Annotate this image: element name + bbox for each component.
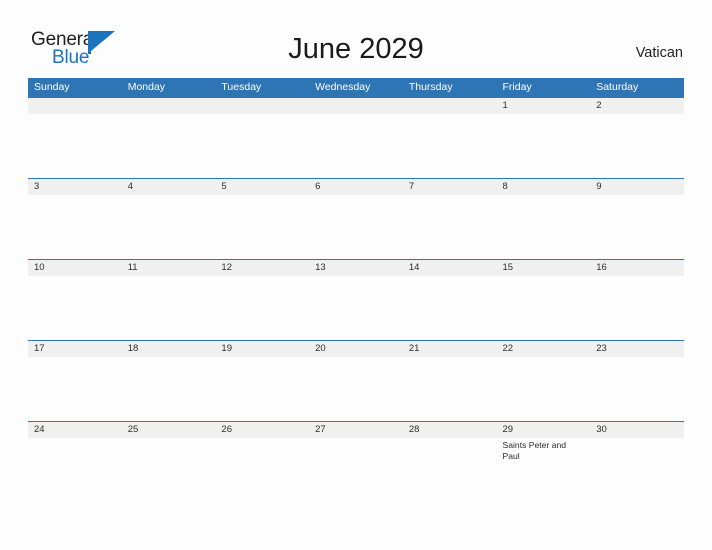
- day-number[interactable]: 29: [497, 422, 591, 438]
- day-number[interactable]: [215, 98, 309, 114]
- day-number[interactable]: [309, 98, 403, 114]
- week-row: 24 25 26 27 28 29 30 Saints Peter and Pa…: [28, 421, 684, 502]
- day-number[interactable]: 10: [28, 260, 122, 276]
- day-number[interactable]: 1: [497, 98, 591, 114]
- day-cell[interactable]: [215, 195, 309, 259]
- weekday-header-tuesday: Tuesday: [221, 81, 262, 93]
- day-cell[interactable]: [309, 114, 403, 178]
- day-number[interactable]: 11: [122, 260, 216, 276]
- day-cell[interactable]: [309, 276, 403, 340]
- week-row: 3 4 5 6 7 8 9: [28, 178, 684, 259]
- day-cell[interactable]: [403, 357, 497, 421]
- day-events-band: [28, 195, 684, 259]
- weekday-header-wednesday: Wednesday: [315, 81, 371, 93]
- day-cell[interactable]: [28, 114, 122, 178]
- day-number[interactable]: 14: [403, 260, 497, 276]
- day-cell[interactable]: [590, 357, 684, 421]
- day-cell[interactable]: Saints Peter and Paul: [497, 438, 591, 502]
- day-cell[interactable]: [28, 195, 122, 259]
- weekday-header-thursday: Thursday: [408, 81, 453, 93]
- day-cell[interactable]: [28, 438, 122, 502]
- day-number[interactable]: 15: [497, 260, 591, 276]
- day-number-band: 1 2: [28, 98, 684, 114]
- day-events-band: [28, 114, 684, 178]
- day-cell[interactable]: [309, 438, 403, 502]
- day-number[interactable]: 18: [122, 341, 216, 357]
- day-cell[interactable]: [403, 114, 497, 178]
- event-text: Saints Peter and Paul: [502, 440, 567, 461]
- day-events-band: [28, 357, 684, 421]
- calendar-page: General Blue June 2029 Vatican Sunday Mo…: [0, 0, 712, 550]
- day-number[interactable]: 19: [215, 341, 309, 357]
- day-number-band: 10 11 12 13 14 15 16: [28, 260, 684, 276]
- day-cell[interactable]: [122, 114, 216, 178]
- day-number[interactable]: 9: [590, 179, 684, 195]
- day-events-band: [28, 276, 684, 340]
- week-row: 10 11 12 13 14 15 16: [28, 259, 684, 340]
- day-cell[interactable]: [590, 114, 684, 178]
- day-cell[interactable]: [590, 438, 684, 502]
- calendar-grid: Sunday Monday Tuesday Wednesday Thursday…: [28, 78, 684, 502]
- day-number[interactable]: 8: [497, 179, 591, 195]
- day-cell[interactable]: [403, 438, 497, 502]
- day-number[interactable]: 16: [590, 260, 684, 276]
- day-cell[interactable]: [590, 195, 684, 259]
- day-number[interactable]: 25: [122, 422, 216, 438]
- day-number[interactable]: 7: [403, 179, 497, 195]
- day-events-band: Saints Peter and Paul: [28, 438, 684, 502]
- weekday-header-sunday: Sunday: [34, 81, 70, 93]
- day-cell[interactable]: [590, 276, 684, 340]
- day-number[interactable]: 3: [28, 179, 122, 195]
- weekday-header-friday: Friday: [502, 81, 532, 93]
- day-number[interactable]: [122, 98, 216, 114]
- day-cell[interactable]: [403, 276, 497, 340]
- day-number[interactable]: 13: [309, 260, 403, 276]
- day-number[interactable]: 30: [590, 422, 684, 438]
- day-number[interactable]: 22: [497, 341, 591, 357]
- day-number[interactable]: [28, 98, 122, 114]
- weekday-header-saturday: Saturday: [596, 81, 639, 93]
- day-cell[interactable]: [497, 114, 591, 178]
- page-header: General Blue June 2029 Vatican: [0, 0, 712, 76]
- weekday-header-monday: Monday: [127, 81, 166, 93]
- day-number[interactable]: 27: [309, 422, 403, 438]
- day-cell[interactable]: [28, 357, 122, 421]
- weekday-header-row: Sunday Monday Tuesday Wednesday Thursday…: [28, 78, 684, 97]
- day-cell[interactable]: [122, 195, 216, 259]
- day-cell[interactable]: [122, 357, 216, 421]
- day-number-band: 17 18 19 20 21 22 23: [28, 341, 684, 357]
- day-number[interactable]: 23: [590, 341, 684, 357]
- day-cell[interactable]: [215, 438, 309, 502]
- day-number[interactable]: 2: [590, 98, 684, 114]
- week-row: 17 18 19 20 21 22 23: [28, 340, 684, 421]
- day-number[interactable]: 12: [215, 260, 309, 276]
- day-number-band: 24 25 26 27 28 29 30: [28, 422, 684, 438]
- day-number[interactable]: [403, 98, 497, 114]
- day-number[interactable]: 5: [215, 179, 309, 195]
- day-number[interactable]: 6: [309, 179, 403, 195]
- day-cell[interactable]: [215, 114, 309, 178]
- day-cell[interactable]: [497, 357, 591, 421]
- day-cell[interactable]: [215, 357, 309, 421]
- day-number[interactable]: 21: [403, 341, 497, 357]
- page-title: June 2029: [288, 33, 424, 65]
- day-cell[interactable]: [215, 276, 309, 340]
- day-number[interactable]: 4: [122, 179, 216, 195]
- region-label: Vatican: [635, 45, 683, 61]
- day-cell[interactable]: [122, 276, 216, 340]
- week-row: 1 2: [28, 97, 684, 178]
- day-number[interactable]: 24: [28, 422, 122, 438]
- day-number-band: 3 4 5 6 7 8 9: [28, 179, 684, 195]
- day-number[interactable]: 26: [215, 422, 309, 438]
- day-number[interactable]: 20: [309, 341, 403, 357]
- day-number[interactable]: 17: [28, 341, 122, 357]
- day-cell[interactable]: [309, 357, 403, 421]
- day-cell[interactable]: [122, 438, 216, 502]
- day-cell[interactable]: [28, 276, 122, 340]
- day-cell[interactable]: [403, 195, 497, 259]
- day-cell[interactable]: [497, 195, 591, 259]
- day-cell[interactable]: [497, 276, 591, 340]
- day-cell[interactable]: [309, 195, 403, 259]
- day-number[interactable]: 28: [403, 422, 497, 438]
